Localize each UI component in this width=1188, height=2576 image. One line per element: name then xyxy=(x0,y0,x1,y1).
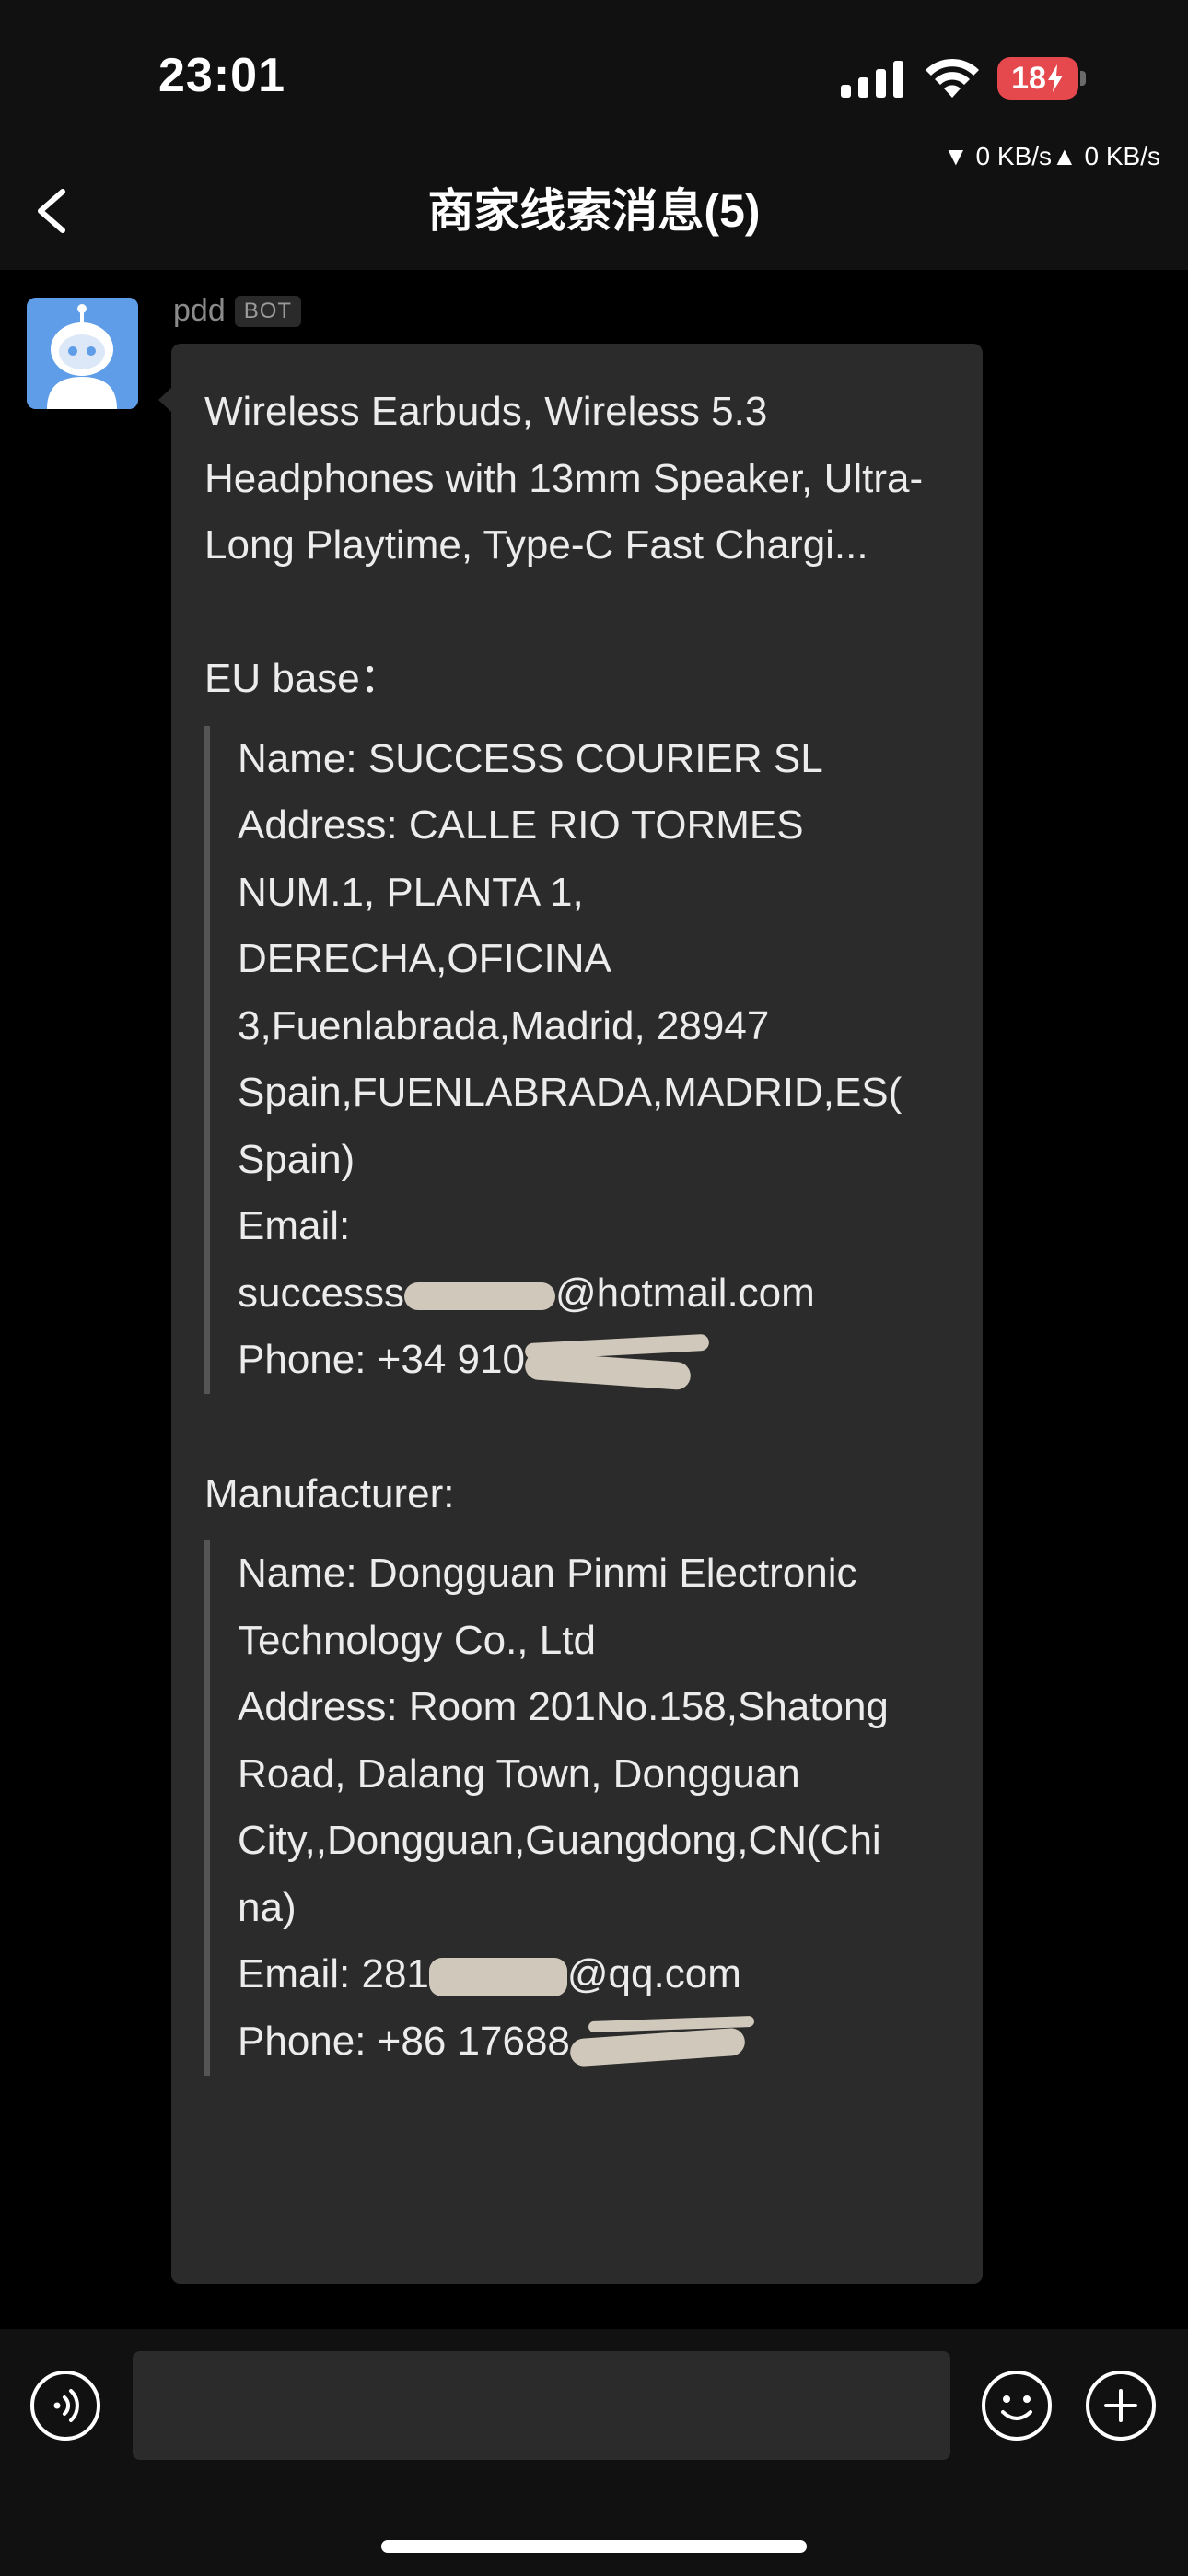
mfr-name-cont: Technology Co., Ltd xyxy=(238,1617,596,1663)
battery-indicator: 18 xyxy=(997,57,1088,100)
message-bubble[interactable]: Wireless Earbuds, Wireless 5.3 Headphone… xyxy=(171,344,983,2284)
mfr-email-start: Email: 281 xyxy=(238,1951,429,1997)
eu-base-label: EU base： xyxy=(204,656,401,701)
eu-phone: Phone: +34 910 xyxy=(238,1327,949,1394)
eu-name: Name: SUCCESS COURIER SL xyxy=(238,735,823,781)
eu-address-line: Spain,FUENLABRADA,MADRID,ES( xyxy=(238,1070,903,1115)
eu-base-details: Name: SUCCESS COURIER SL Address: CALLE … xyxy=(204,725,949,1395)
mfr-phone-start: Phone: +86 17688 xyxy=(238,2018,570,2064)
battery-percent: 18 xyxy=(1011,60,1046,96)
robot-icon xyxy=(27,298,138,409)
network-speed: ▼ 0 KB/s▲ 0 KB/s xyxy=(943,142,1160,170)
eu-email-start: successs xyxy=(238,1270,404,1316)
page-title: 商家线索消息(5) xyxy=(427,185,761,237)
bot-avatar[interactable] xyxy=(27,298,138,409)
manufacturer-details: Name: Dongguan Pinmi Electronic Technolo… xyxy=(204,1540,949,2077)
redaction-mark xyxy=(569,2011,755,2076)
emoji-button[interactable] xyxy=(981,2370,1053,2441)
manufacturer-label: Manufacturer: xyxy=(204,1470,455,1516)
emoji-icon xyxy=(982,2371,1052,2441)
eu-address-line: Address: CALLE RIO TORMES xyxy=(238,802,804,848)
mfr-phone: Phone: +86 17688 xyxy=(238,2008,949,2076)
plus-icon xyxy=(1086,2371,1156,2441)
sender-name: pdd xyxy=(173,293,226,328)
mfr-address-line: na) xyxy=(238,1884,297,1930)
cellular-signal-icon xyxy=(841,59,905,98)
more-button[interactable] xyxy=(1085,2370,1157,2441)
charging-bolt-icon xyxy=(1047,64,1063,92)
mfr-address-line: City,,Dongguan,Guangdong,CN(Chi xyxy=(238,1818,881,1864)
voice-icon xyxy=(30,2371,100,2441)
bot-badge: BOT xyxy=(234,295,302,327)
eu-address-line: Spain) xyxy=(238,1136,355,1182)
wifi-icon xyxy=(925,57,980,98)
redaction-mark xyxy=(403,1277,555,1314)
bubble-tail xyxy=(158,387,172,413)
product-title: Wireless Earbuds, Wireless 5.3 Headphone… xyxy=(204,389,924,568)
eu-address-line: 3,Fuenlabrada,Madrid, 28947 xyxy=(238,1002,770,1048)
eu-email: successs @hotmail.com xyxy=(238,1260,949,1328)
battery-cap xyxy=(1080,71,1086,86)
mfr-email-end: @qq.com xyxy=(566,1951,741,1997)
mfr-address-line: Address: Room 201No.158,Shatong xyxy=(238,1684,889,1730)
home-indicator[interactable] xyxy=(381,2540,807,2553)
eu-phone-start: Phone: +34 910 xyxy=(238,1337,525,1382)
message-sender: pdd BOT xyxy=(173,293,302,329)
eu-email-end: @hotmail.com xyxy=(554,1270,815,1316)
voice-button[interactable] xyxy=(29,2370,101,2441)
battery-level: 18 xyxy=(997,57,1078,100)
redaction-mark xyxy=(428,1954,567,2000)
message-input[interactable] xyxy=(133,2351,950,2460)
mfr-address-line: Road, Dalang Town, Dongguan xyxy=(238,1751,800,1797)
mfr-email: Email: 281 @qq.com xyxy=(238,1941,949,2008)
eu-email-label: Email: xyxy=(238,1203,351,1248)
redaction-mark xyxy=(524,1329,710,1394)
back-button[interactable] xyxy=(26,179,81,243)
status-time: 23:01 xyxy=(158,49,285,102)
eu-address-line: DERECHA,OFICINA xyxy=(238,936,611,981)
mfr-name: Name: Dongguan Pinmi Electronic xyxy=(238,1551,857,1597)
chevron-left-icon xyxy=(38,189,65,233)
eu-address-line: NUM.1, PLANTA 1, xyxy=(238,869,584,915)
